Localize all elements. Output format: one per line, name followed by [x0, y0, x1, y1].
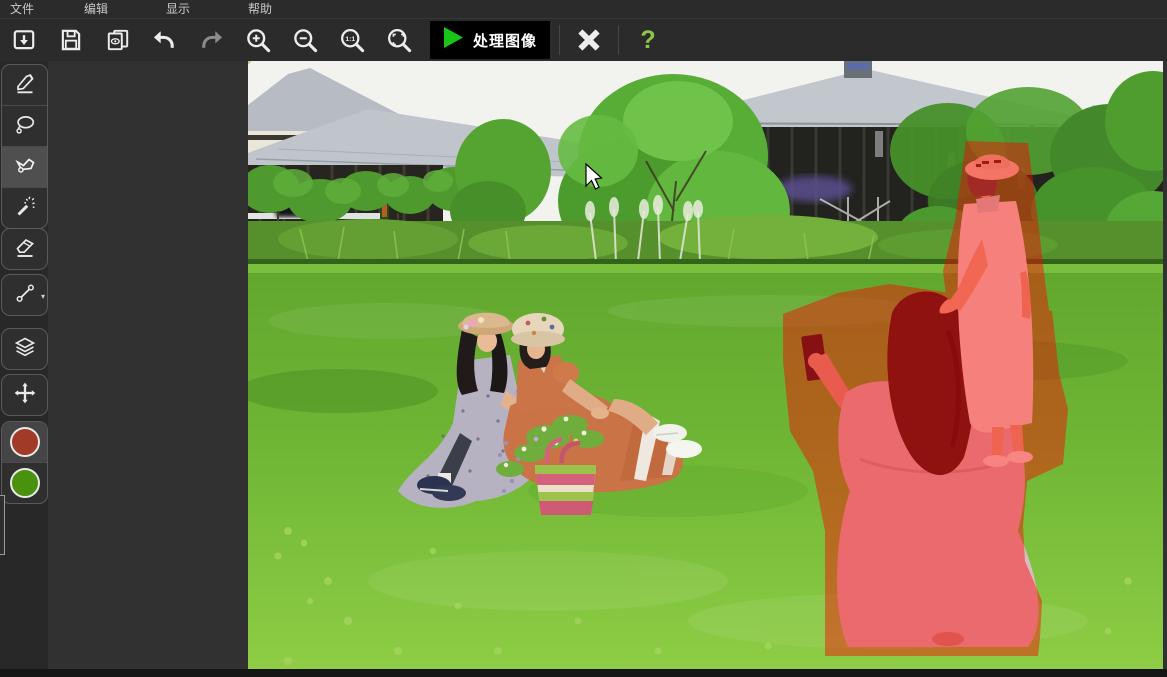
compare-images-icon — [105, 27, 131, 53]
move-icon — [13, 381, 37, 410]
save-image-button[interactable] — [47, 20, 94, 60]
close-x-icon — [575, 26, 603, 54]
red-circle-icon — [10, 427, 40, 457]
tool-brush[interactable] — [2, 65, 47, 106]
zoom-out-button[interactable] — [282, 20, 329, 60]
photo-canvas[interactable] — [248, 61, 1163, 669]
svg-text:1:1: 1:1 — [345, 35, 355, 42]
eraser-icon — [13, 235, 37, 264]
tool-lasso[interactable] — [2, 106, 47, 147]
mask-color-green-button[interactable] — [2, 463, 47, 503]
zoom-in-button[interactable] — [235, 20, 282, 60]
zoom-fit-button[interactable] — [376, 20, 423, 60]
menu-file[interactable]: 文件 — [10, 0, 34, 18]
menu-edit[interactable]: 编辑 — [84, 0, 108, 18]
menu-view[interactable]: 显示 — [166, 0, 190, 18]
tool-move[interactable] — [2, 375, 47, 415]
tool-sidebar: ▾ — [0, 61, 48, 669]
zoom-in-icon — [245, 27, 272, 54]
toolbar: 1:1 处理图像 ? — [0, 18, 1167, 61]
eraser-group — [1, 228, 48, 270]
chevron-down-icon[interactable]: ▾ — [41, 292, 45, 301]
redo-arrow-icon — [198, 27, 225, 54]
mask-color-group — [1, 421, 48, 504]
line-tool-icon — [13, 281, 37, 310]
tool-line[interactable]: ▾ — [2, 275, 47, 315]
help-button[interactable]: ? — [628, 20, 668, 60]
open-image-button[interactable] — [0, 20, 47, 60]
zoom-1-1-icon: 1:1 — [339, 27, 366, 54]
import-image-icon — [11, 27, 37, 53]
mask-color-red-button[interactable] — [2, 422, 47, 463]
zoom-out-icon — [292, 27, 319, 54]
marker-pen-icon — [13, 71, 37, 100]
tool-eraser[interactable] — [2, 229, 47, 269]
move-group — [1, 374, 48, 416]
menu-bar: 文件 编辑 显示 帮助 — [0, 0, 1167, 18]
undo-arrow-icon — [151, 27, 178, 54]
redo-button[interactable] — [188, 20, 235, 60]
question-mark-icon: ? — [640, 28, 655, 53]
toolbar-separator-2 — [618, 25, 619, 55]
magic-wand-icon — [13, 194, 37, 223]
photo-scene — [248, 61, 1163, 669]
compare-view-button[interactable] — [94, 20, 141, 60]
editor-canvas-area[interactable] — [48, 61, 1167, 669]
layers-icon — [13, 335, 37, 364]
zoom-fit-icon — [386, 27, 413, 54]
undo-button[interactable] — [141, 20, 188, 60]
floppy-disk-icon — [58, 27, 84, 53]
tool-layers[interactable] — [2, 329, 47, 369]
layers-group — [1, 328, 48, 370]
process-image-label: 处理图像 — [473, 30, 537, 51]
play-icon — [443, 26, 464, 54]
zoom-actual-size-button[interactable]: 1:1 — [329, 20, 376, 60]
line-group: ▾ — [1, 274, 48, 316]
toolbar-separator — [559, 25, 560, 55]
process-image-button[interactable]: 处理图像 — [430, 21, 550, 59]
polygon-lasso-icon — [13, 153, 37, 182]
menu-help[interactable]: 帮助 — [248, 0, 272, 18]
green-circle-icon — [10, 468, 40, 498]
close-button[interactable] — [569, 20, 609, 60]
lasso-icon — [13, 112, 37, 141]
selection-tool-group — [1, 64, 48, 229]
tool-polygon-lasso[interactable] — [2, 147, 47, 188]
partial-panel-edge — [0, 495, 5, 555]
tool-magic-wand[interactable] — [2, 188, 47, 228]
